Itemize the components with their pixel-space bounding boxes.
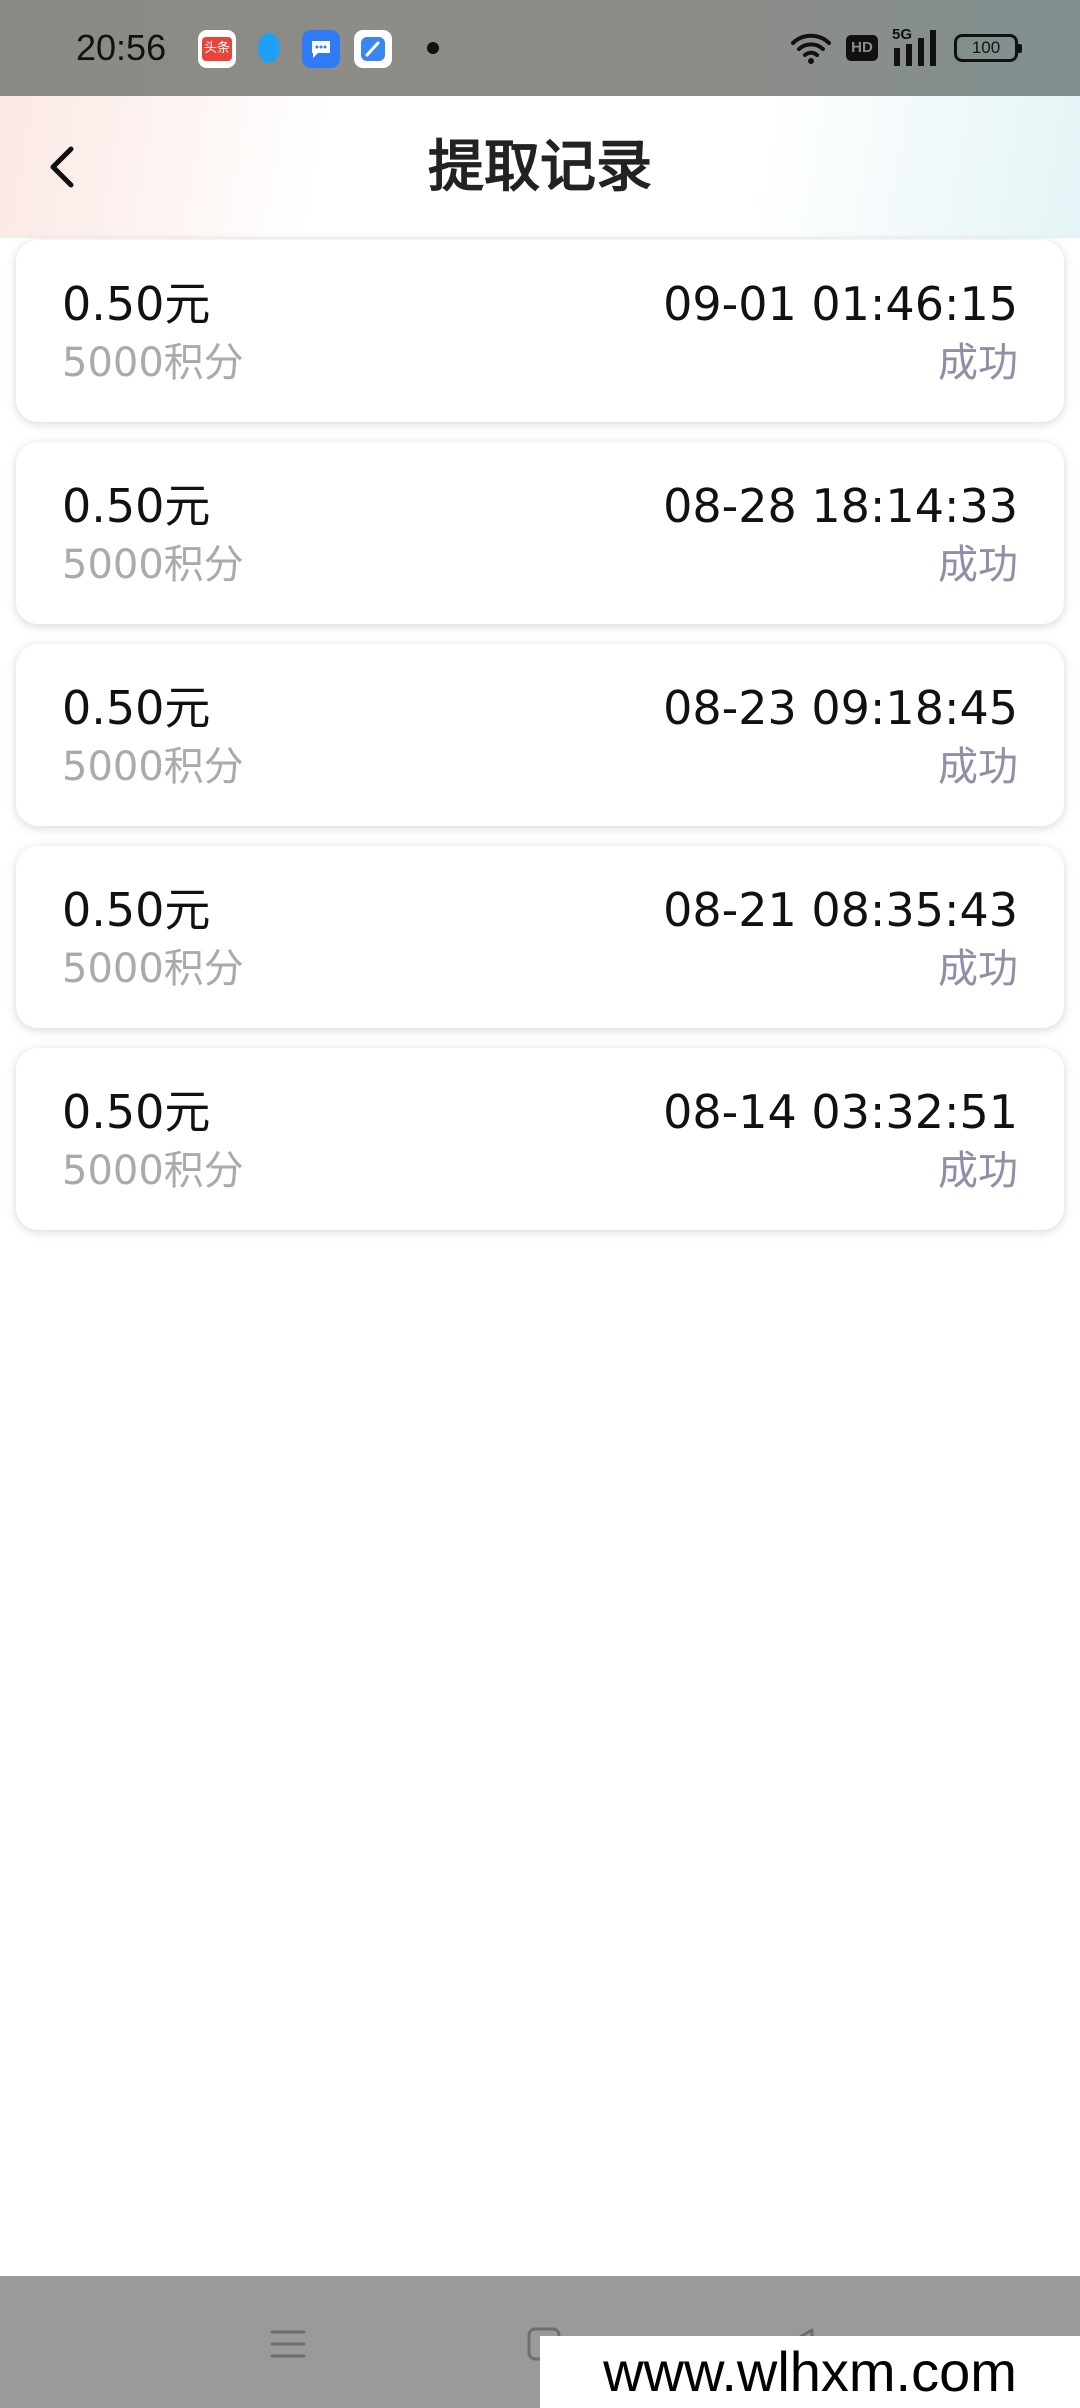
- record-time: 08-21 08:35:43: [663, 883, 1018, 937]
- message-app-icon: [302, 30, 340, 68]
- record-amount: 0.50元: [62, 479, 211, 533]
- battery-level: 100: [971, 38, 1001, 57]
- menu-icon: [270, 2330, 306, 2358]
- browser-app-icon: [354, 30, 392, 68]
- wifi-icon: [791, 33, 831, 64]
- record-amount: 0.50元: [62, 1085, 211, 1139]
- toutiao-app-label: 头条: [202, 37, 232, 61]
- record-points: 5000积分: [62, 744, 244, 790]
- status-bar: 20:56 头条 HD 5G 100: [0, 0, 1080, 96]
- record-status: 成功: [938, 744, 1018, 790]
- record-amount: 0.50元: [62, 277, 211, 331]
- status-time: 20:56: [76, 27, 167, 68]
- watermark-text: www.wlhxm.com: [540, 2336, 1080, 2408]
- signal-5g: 5G: [892, 26, 940, 68]
- record-points: 5000积分: [62, 340, 244, 386]
- withdrawal-record-list: 0.50元 5000积分 09-01 01:46:15 成功 0.50元 500…: [16, 240, 1064, 1250]
- record-time: 08-14 03:32:51: [663, 1085, 1018, 1139]
- toutiao-app-icon: 头条: [198, 30, 236, 68]
- record-item[interactable]: 0.50元 5000积分 09-01 01:46:15 成功: [16, 240, 1064, 422]
- record-item[interactable]: 0.50元 5000积分 08-28 18:14:33 成功: [16, 442, 1064, 624]
- page-header: 提取记录: [0, 96, 1080, 238]
- record-item[interactable]: 0.50元 5000积分 08-21 08:35:43 成功: [16, 846, 1064, 1028]
- qq-icon: [250, 30, 288, 68]
- record-status: 成功: [938, 542, 1018, 588]
- hd-badge: HD: [846, 35, 878, 61]
- record-points: 5000积分: [62, 1148, 244, 1194]
- record-status: 成功: [938, 1148, 1018, 1194]
- more-notifications-dot: [427, 42, 439, 54]
- record-time: 08-23 09:18:45: [663, 681, 1018, 735]
- record-points: 5000积分: [62, 542, 244, 588]
- record-amount: 0.50元: [62, 681, 211, 735]
- record-status: 成功: [938, 340, 1018, 386]
- record-time: 08-28 18:14:33: [663, 479, 1018, 533]
- battery-icon: 100: [954, 34, 1022, 62]
- record-item[interactable]: 0.50元 5000积分 08-23 09:18:45 成功: [16, 644, 1064, 826]
- signal-icon: [894, 30, 936, 66]
- record-status: 成功: [938, 946, 1018, 992]
- system-icons: HD 5G 100: [790, 26, 1022, 70]
- record-item[interactable]: 0.50元 5000积分 08-14 03:32:51 成功: [16, 1048, 1064, 1230]
- record-points: 5000积分: [62, 946, 244, 992]
- record-amount: 0.50元: [62, 883, 211, 937]
- page-title: 提取记录: [428, 135, 652, 200]
- menu-button[interactable]: [258, 2314, 318, 2374]
- record-time: 09-01 01:46:15: [663, 277, 1018, 331]
